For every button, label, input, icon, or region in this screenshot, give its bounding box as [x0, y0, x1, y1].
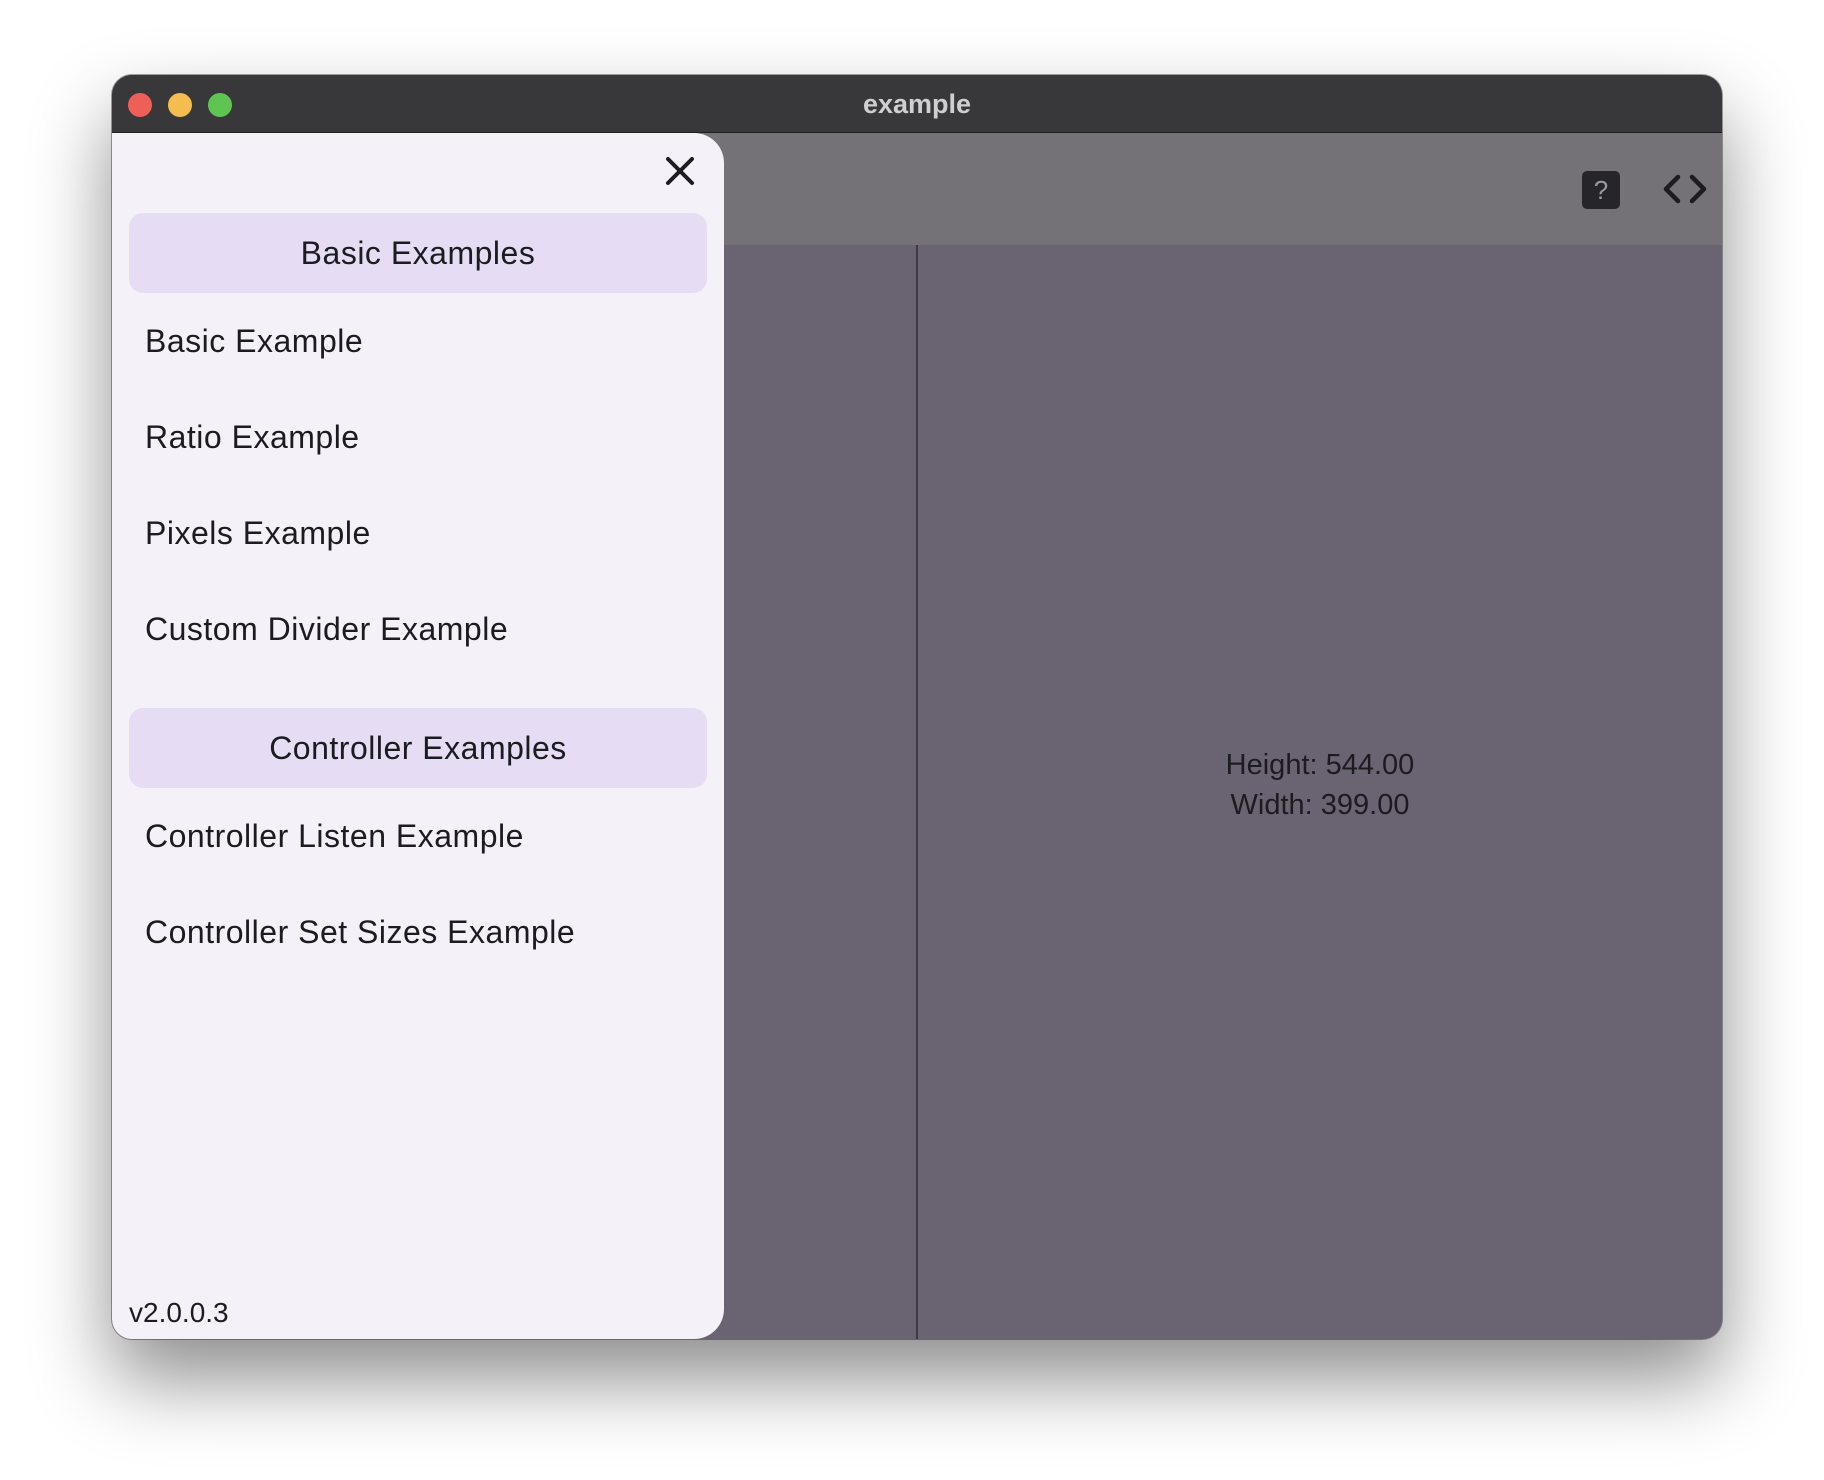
help-icon[interactable]: ? [1582, 171, 1620, 209]
close-icon[interactable] [660, 151, 700, 191]
version-label: v2.0.0.3 [129, 1297, 229, 1328]
navigation-drawer: Basic Examples Basic Example Ratio Examp… [112, 133, 724, 1339]
title-bar: example [112, 75, 1722, 133]
app-window: example le ? Height: 544.00 Width: 399.0… [112, 75, 1722, 1339]
code-brackets-icon[interactable] [1660, 167, 1710, 211]
section-header-controller[interactable]: Controller Examples [129, 708, 707, 788]
nav-item-custom-divider-example[interactable]: Custom Divider Example [145, 611, 508, 648]
nav-item-basic-example[interactable]: Basic Example [145, 323, 363, 360]
nav-item-ratio-example[interactable]: Ratio Example [145, 419, 360, 456]
width-text: Width: 399.00 [1230, 789, 1410, 821]
size-readout: Height: 544.00 Width: 399.00 [918, 745, 1722, 825]
height-text: Height: 544.00 [1225, 749, 1415, 781]
nav-item-pixels-example[interactable]: Pixels Example [145, 515, 371, 552]
nav-item-controller-listen-example[interactable]: Controller Listen Example [145, 818, 524, 855]
section-header-basic[interactable]: Basic Examples [129, 213, 707, 293]
window-title: example [862, 89, 972, 119]
nav-item-controller-set-sizes-example[interactable]: Controller Set Sizes Example [145, 914, 575, 951]
